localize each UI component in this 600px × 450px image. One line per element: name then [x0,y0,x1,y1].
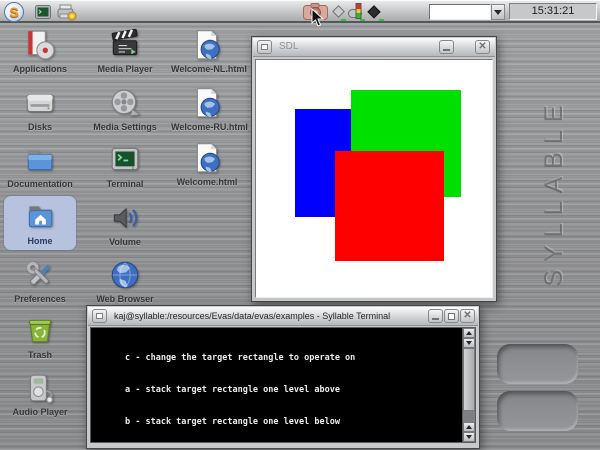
terminal-output[interactable]: c - change the target rectangle to opera… [91,328,462,442]
taskbar: S [0,0,600,23]
desktop-icon-welcome[interactable]: Welcome.html [171,141,243,187]
close-icon: ✕ [478,42,486,52]
taskbar-combobox [429,4,505,20]
desktop-icon-media-settings[interactable]: Media Settings [89,86,161,132]
scroll-up-button[interactable] [463,422,475,432]
documentation-icon [23,143,57,177]
terminal-scrollbar[interactable] [462,328,475,442]
close-icon: ✕ [463,311,471,321]
desktop-icon-disks[interactable]: Disks [4,86,76,132]
syllable-menu-button[interactable]: S [4,2,24,22]
preferences-icon [23,258,57,292]
desktop-icon-audio-player[interactable]: Audio Player [4,371,76,417]
trash-icon [23,314,57,348]
diamond-dark-tray-icon[interactable] [366,4,382,19]
printer-tray-icon[interactable] [57,4,77,21]
desktop-icon-applications[interactable]: Applications [4,28,76,74]
taskbar-clock: 15:31:21 [509,3,597,20]
desktop-icon-terminal[interactable]: Terminal [89,143,161,189]
wallpaper-logo-bar [497,344,578,384]
arrow-up-icon [466,331,472,335]
home-folder-icon [23,200,57,234]
desktop-icon-preferences[interactable]: Preferences [4,258,76,304]
taskbar-combo-input[interactable] [429,4,491,20]
depth-button[interactable] [257,40,272,54]
diamond-light-tray-icon[interactable] [331,4,346,19]
minimize-icon [432,318,439,320]
tray-status-dash [379,19,384,21]
close-button[interactable]: ✕ [460,309,475,323]
tray-status-dash [341,19,346,21]
web-browser-icon [108,258,142,292]
evas-canvas [255,59,493,298]
scroll-up-button[interactable] [463,328,475,338]
terminal-tray-icon[interactable] [35,5,51,20]
html-document-globe-icon [190,86,224,120]
sdl-window: SDL ✕ [251,36,497,302]
terminal-body: c - change the target rectangle to opera… [90,327,476,443]
maximize-icon [448,313,455,320]
media-player-icon [108,28,142,62]
wallpaper-logo-bar [497,391,578,431]
audio-player-icon [23,371,57,405]
scrollbar-thumb[interactable] [463,348,475,411]
scrollbar-trough[interactable] [463,411,475,422]
levels-tray-icon[interactable] [348,3,365,20]
desktop-icon-trash[interactable]: Trash [4,314,76,360]
close-button[interactable]: ✕ [475,40,490,54]
html-document-globe-icon [190,141,224,175]
desktop-icon-documentation[interactable]: Documentation [4,143,76,189]
depth-button[interactable] [92,309,107,323]
depth-icon [261,44,268,50]
terminal-icon [108,143,142,177]
volume-icon [108,201,142,235]
terminal-line: a - stack target rectangle one level abo… [125,385,462,396]
scroll-down-button[interactable] [463,432,475,442]
desktop-icon-welcome-ru[interactable]: Welcome-RU.html [171,86,243,132]
wallpaper-syllable-text: SYLLABLE [540,92,580,292]
minimize-button[interactable] [428,309,443,323]
desktop-icon-media-player[interactable]: Media Player [89,28,161,74]
desktop-icon-welcome-nl[interactable]: Welcome-NL.html [171,28,243,74]
desktop: SYLLABLE S [0,0,600,450]
arrow-down-icon [466,341,472,345]
minimize-button[interactable] [439,40,454,54]
combo-dropdown-button[interactable] [491,4,505,20]
tray-status-dash [360,19,365,21]
desktop-icon-home[interactable]: Home [4,196,76,250]
arrow-down-icon [466,435,472,439]
sdl-titlebar[interactable]: SDL ✕ [253,38,495,57]
terminal-line: c - change the target rectangle to opera… [125,353,462,364]
minimize-icon [443,49,450,51]
desktop-icon-web-browser[interactable]: Web Browser [89,258,161,304]
terminal-window-title: kaj@syllable:/resources/Evas/data/evas/e… [114,311,390,321]
disks-icon [23,86,57,120]
chevron-down-icon [494,10,502,15]
terminal-line: b - stack target rectangle one level bel… [125,417,462,428]
arrow-up-icon [466,425,472,429]
desktop-icon-volume[interactable]: Volume [89,201,161,247]
camera-tray-icon[interactable] [303,3,328,20]
sdl-window-title: SDL [279,41,298,52]
maximize-button[interactable] [444,309,459,323]
depth-icon [96,313,103,319]
scroll-down-button[interactable] [463,338,475,348]
applications-icon [23,28,57,62]
red-rectangle [335,151,444,261]
media-settings-icon [108,86,142,120]
html-document-globe-icon [190,28,224,62]
terminal-window: kaj@syllable:/resources/Evas/data/evas/e… [86,305,480,449]
terminal-titlebar[interactable]: kaj@syllable:/resources/Evas/data/evas/e… [88,307,478,326]
